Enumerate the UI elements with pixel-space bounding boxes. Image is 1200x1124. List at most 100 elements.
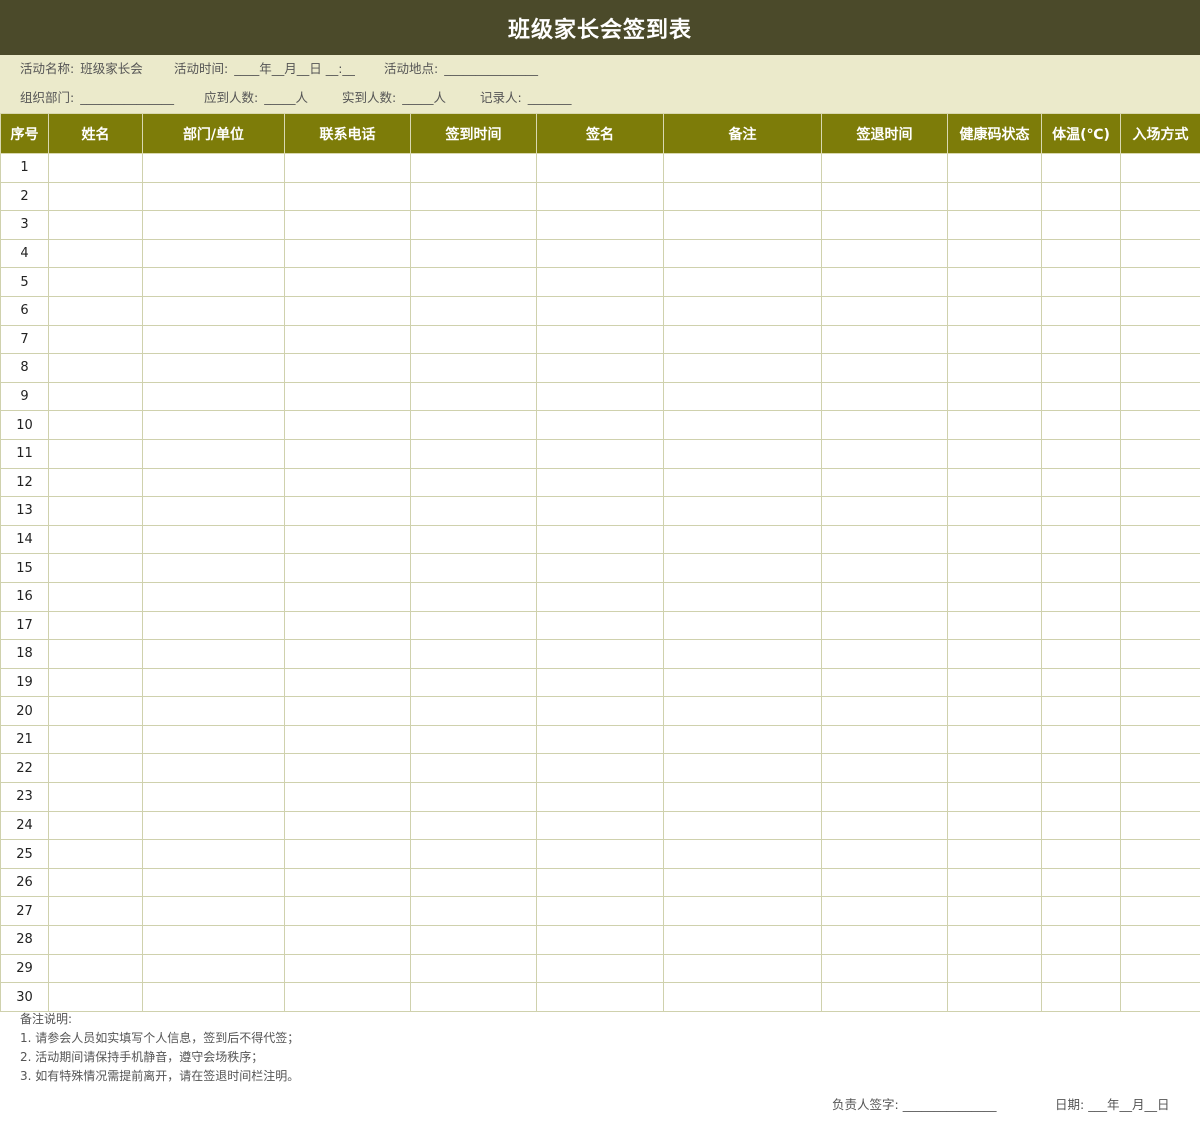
cell-entry-method[interactable] — [1120, 267, 1200, 297]
cell-entry-method[interactable] — [1120, 696, 1200, 726]
cell-name[interactable] — [48, 438, 143, 469]
cell-temperature[interactable] — [1041, 696, 1121, 726]
cell-phone[interactable] — [284, 982, 411, 1012]
cell-remarks[interactable] — [663, 867, 822, 898]
cell-entry-method[interactable] — [1120, 496, 1200, 526]
cell-phone[interactable] — [284, 353, 411, 383]
cell-health-code[interactable] — [947, 953, 1042, 984]
cell-sign-out-time[interactable] — [821, 667, 948, 698]
cell-signature[interactable] — [536, 553, 664, 583]
cell-remarks[interactable] — [663, 925, 822, 955]
cell-department[interactable] — [142, 353, 285, 383]
cell-sign-in-time[interactable] — [410, 953, 537, 984]
cell-temperature[interactable] — [1041, 753, 1121, 784]
cell-sign-in-time[interactable] — [410, 353, 537, 383]
cell-name[interactable] — [48, 782, 143, 812]
cell-phone[interactable] — [284, 724, 411, 755]
cell-health-code[interactable] — [947, 496, 1042, 526]
cell-entry-method[interactable] — [1120, 524, 1200, 555]
activity-time-field[interactable]: 活动时间: ____年__月__日 __:__ — [174, 58, 355, 80]
cell-sign-in-time[interactable] — [410, 724, 537, 755]
cell-signature[interactable] — [536, 496, 664, 526]
cell-health-code[interactable] — [947, 639, 1042, 669]
cell-remarks[interactable] — [663, 896, 822, 927]
cell-entry-method[interactable] — [1120, 438, 1200, 469]
cell-sign-out-time[interactable] — [821, 324, 948, 355]
cell-sign-out-time[interactable] — [821, 438, 948, 469]
cell-name[interactable] — [48, 496, 143, 526]
cell-health-code[interactable] — [947, 610, 1042, 641]
cell-temperature[interactable] — [1041, 181, 1121, 212]
cell-sign-in-time[interactable] — [410, 524, 537, 555]
cell-temperature[interactable] — [1041, 724, 1121, 755]
cell-signature[interactable] — [536, 810, 664, 841]
cell-health-code[interactable] — [947, 896, 1042, 927]
cell-department[interactable] — [142, 381, 285, 412]
cell-sign-out-time[interactable] — [821, 181, 948, 212]
cell-sign-in-time[interactable] — [410, 295, 537, 326]
cell-sign-in-time[interactable] — [410, 610, 537, 641]
cell-signature[interactable] — [536, 639, 664, 669]
cell-name[interactable] — [48, 353, 143, 383]
cell-department[interactable] — [142, 410, 285, 440]
expected-count-field[interactable]: 应到人数: _____人 — [204, 87, 308, 109]
cell-entry-method[interactable] — [1120, 667, 1200, 698]
cell-health-code[interactable] — [947, 524, 1042, 555]
cell-sign-in-time[interactable] — [410, 267, 537, 297]
cell-entry-method[interactable] — [1120, 782, 1200, 812]
cell-health-code[interactable] — [947, 581, 1042, 612]
cell-entry-method[interactable] — [1120, 238, 1200, 269]
activity-name-field[interactable]: 活动名称: 班级家长会 — [20, 58, 143, 80]
cell-department[interactable] — [142, 438, 285, 469]
cell-remarks[interactable] — [663, 753, 822, 784]
cell-department[interactable] — [142, 153, 285, 183]
cell-sign-in-time[interactable] — [410, 925, 537, 955]
cell-sign-out-time[interactable] — [821, 295, 948, 326]
cell-name[interactable] — [48, 295, 143, 326]
cell-signature[interactable] — [536, 896, 664, 927]
cell-phone[interactable] — [284, 410, 411, 440]
cell-sign-out-time[interactable] — [821, 410, 948, 440]
cell-phone[interactable] — [284, 782, 411, 812]
cell-sign-out-time[interactable] — [821, 581, 948, 612]
cell-phone[interactable] — [284, 667, 411, 698]
cell-remarks[interactable] — [663, 696, 822, 726]
cell-sign-in-time[interactable] — [410, 839, 537, 869]
cell-entry-method[interactable] — [1120, 581, 1200, 612]
cell-temperature[interactable] — [1041, 467, 1121, 498]
cell-temperature[interactable] — [1041, 381, 1121, 412]
cell-entry-method[interactable] — [1120, 181, 1200, 212]
cell-health-code[interactable] — [947, 238, 1042, 269]
cell-name[interactable] — [48, 953, 143, 984]
cell-name[interactable] — [48, 238, 143, 269]
cell-remarks[interactable] — [663, 353, 822, 383]
cell-entry-method[interactable] — [1120, 839, 1200, 869]
cell-health-code[interactable] — [947, 410, 1042, 440]
cell-entry-method[interactable] — [1120, 982, 1200, 1012]
cell-entry-method[interactable] — [1120, 324, 1200, 355]
cell-name[interactable] — [48, 696, 143, 726]
cell-sign-in-time[interactable] — [410, 667, 537, 698]
cell-department[interactable] — [142, 553, 285, 583]
cell-name[interactable] — [48, 839, 143, 869]
cell-signature[interactable] — [536, 324, 664, 355]
cell-temperature[interactable] — [1041, 782, 1121, 812]
cell-name[interactable] — [48, 553, 143, 583]
cell-department[interactable] — [142, 896, 285, 927]
cell-department[interactable] — [142, 867, 285, 898]
cell-department[interactable] — [142, 295, 285, 326]
cell-health-code[interactable] — [947, 982, 1042, 1012]
cell-name[interactable] — [48, 581, 143, 612]
cell-entry-method[interactable] — [1120, 925, 1200, 955]
cell-department[interactable] — [142, 782, 285, 812]
cell-phone[interactable] — [284, 925, 411, 955]
cell-phone[interactable] — [284, 181, 411, 212]
cell-sign-in-time[interactable] — [410, 238, 537, 269]
cell-entry-method[interactable] — [1120, 553, 1200, 583]
cell-temperature[interactable] — [1041, 238, 1121, 269]
cell-sign-out-time[interactable] — [821, 496, 948, 526]
cell-name[interactable] — [48, 410, 143, 440]
cell-temperature[interactable] — [1041, 953, 1121, 984]
cell-signature[interactable] — [536, 381, 664, 412]
cell-temperature[interactable] — [1041, 667, 1121, 698]
